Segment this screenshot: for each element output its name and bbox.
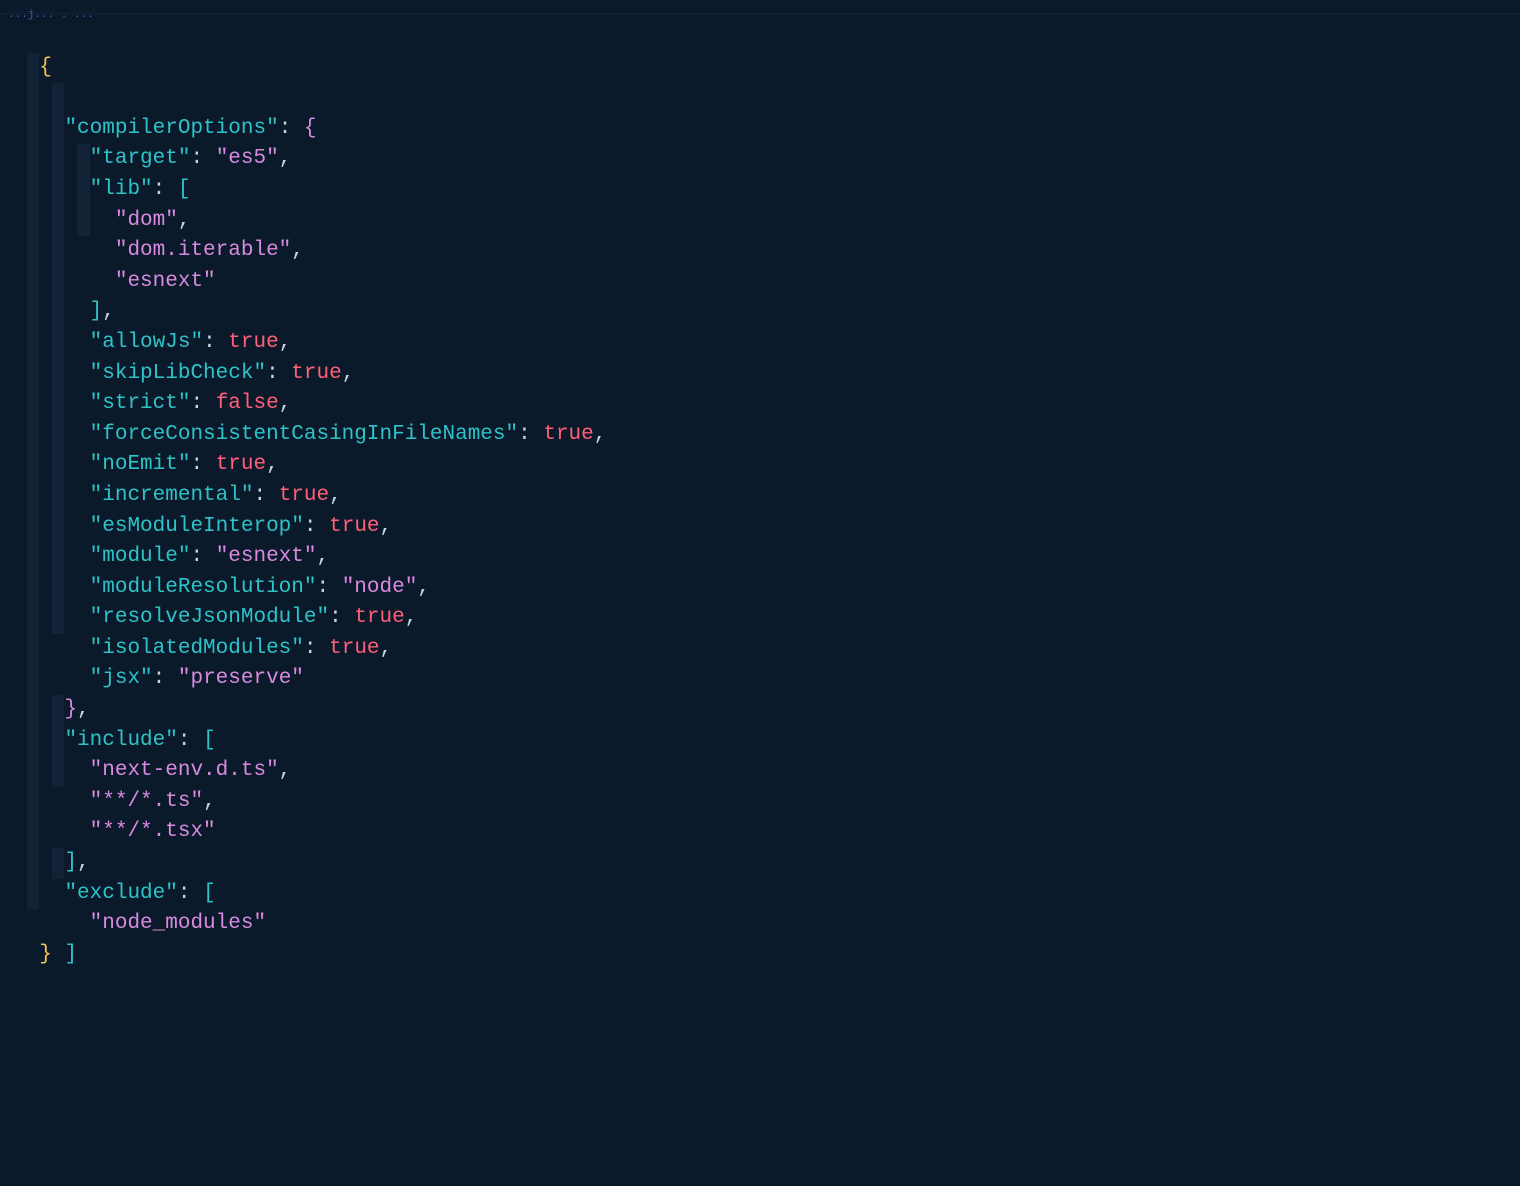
code-line: "allowJs": true,	[0, 267, 1520, 298]
json-bool: true	[279, 484, 329, 507]
code-line: {	[0, 22, 1520, 53]
code-line: "target": "es5",	[0, 83, 1520, 114]
code-line: "compilerOptions": {	[0, 53, 1520, 84]
json-string: "node_modules"	[90, 912, 266, 935]
json-string: "**/*.tsx"	[90, 820, 216, 843]
json-key: "target"	[90, 147, 191, 170]
json-bool: true	[354, 606, 404, 629]
json-bool: true	[329, 637, 379, 660]
json-bool: true	[543, 423, 593, 446]
json-key: "noEmit"	[90, 453, 191, 476]
json-string: "esnext"	[115, 270, 216, 293]
code-line: ]	[0, 879, 1520, 910]
json-key: "strict"	[90, 392, 191, 415]
code-line: "skipLibCheck": true,	[0, 297, 1520, 328]
json-string: "esnext"	[216, 545, 317, 568]
json-string: "next-env.d.ts"	[90, 759, 279, 782]
json-bool: true	[329, 515, 379, 538]
json-string: "**/*.ts"	[90, 790, 203, 813]
json-key: "esModuleInterop"	[90, 515, 304, 538]
json-key: "allowJs"	[90, 331, 203, 354]
code-line: "node_modules"	[0, 848, 1520, 879]
json-string: "dom.iterable"	[115, 239, 291, 262]
json-string: "dom"	[115, 209, 178, 232]
json-key: "incremental"	[90, 484, 254, 507]
code-line: ],	[0, 787, 1520, 818]
json-key: "moduleResolution"	[90, 576, 317, 599]
tab-bar: ...j... . ...	[0, 0, 1520, 14]
code-editor[interactable]: { "compilerOptions": { "target": "es5", …	[0, 14, 1520, 940]
json-key: "resolveJsonModule"	[90, 606, 329, 629]
json-bool: true	[216, 453, 266, 476]
code-line: "dom.iterable",	[0, 175, 1520, 206]
code-line: "exclude": [	[0, 817, 1520, 848]
json-key: "jsx"	[90, 667, 153, 690]
json-key: "lib"	[90, 178, 153, 201]
json-key: "compilerOptions"	[64, 117, 278, 140]
json-bool: false	[216, 392, 279, 415]
json-key: "forceConsistentCasingInFileNames"	[90, 423, 518, 446]
code-line: "esnext"	[0, 206, 1520, 237]
json-key: "exclude"	[64, 882, 177, 905]
json-key: "isolatedModules"	[90, 637, 304, 660]
json-key: "include"	[64, 729, 177, 752]
json-bool: true	[291, 362, 341, 385]
json-string: "node"	[342, 576, 418, 599]
json-string: "preserve"	[178, 667, 304, 690]
json-key: "module"	[90, 545, 191, 568]
json-bool: true	[228, 331, 278, 354]
json-key: "skipLibCheck"	[90, 362, 266, 385]
json-string: "es5"	[216, 147, 279, 170]
code-line: "**/*.ts",	[0, 726, 1520, 757]
code-line: "next-env.d.ts",	[0, 695, 1520, 726]
